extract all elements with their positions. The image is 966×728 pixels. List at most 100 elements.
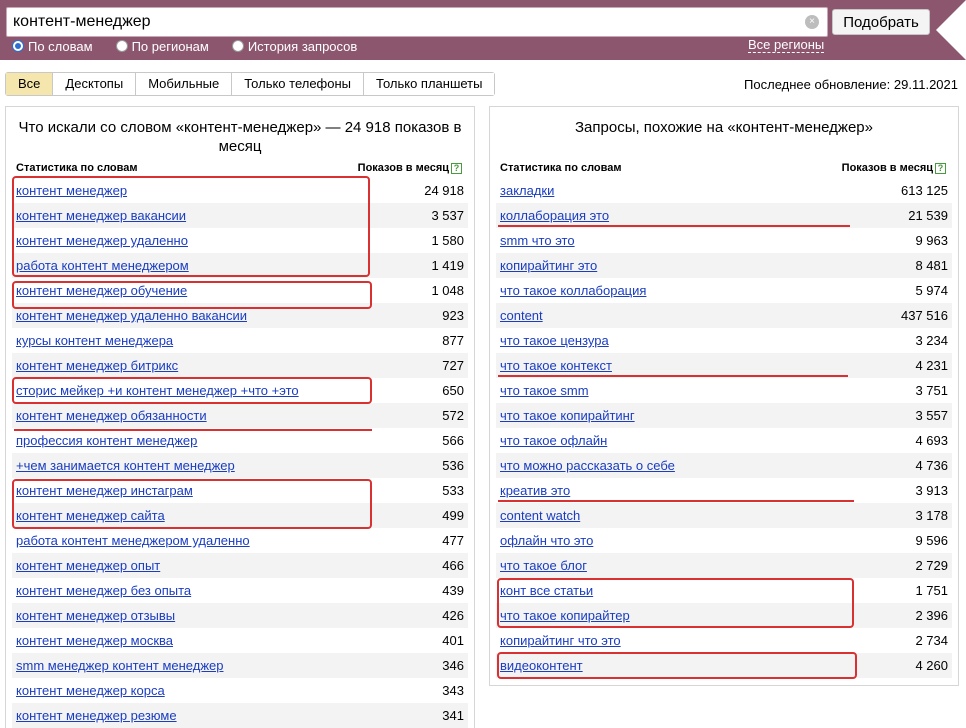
impressions-count: 499: [442, 508, 464, 523]
impressions-count: 3 751: [915, 383, 948, 398]
table-row: что такое офлайн 4 693: [496, 428, 952, 453]
impressions-count: 439: [442, 583, 464, 598]
table-row: контент менеджер сайта 499: [12, 503, 468, 528]
query-link[interactable]: профессия контент менеджер: [16, 433, 197, 448]
query-link[interactable]: контент менеджер вакансии: [16, 208, 186, 223]
header-notch: [936, 0, 966, 60]
query-link[interactable]: smm менеджер контент менеджер: [16, 658, 223, 673]
impressions-count: 2 734: [915, 633, 948, 648]
table-row: конт все статьи 1 751: [496, 578, 952, 603]
query-link[interactable]: копирайтинг это: [500, 258, 597, 273]
tab-phones-only[interactable]: Только телефоны: [231, 73, 364, 95]
query-link[interactable]: контент менеджер удаленно: [16, 233, 188, 248]
impressions-count: 572: [442, 408, 464, 423]
query-link[interactable]: работа контент менеджером удаленно: [16, 533, 250, 548]
table-row: контент менеджер битрикс 727: [12, 353, 468, 378]
impressions-count: 4 693: [915, 433, 948, 448]
query-link[interactable]: контент менеджер битрикс: [16, 358, 178, 373]
tab-mobile[interactable]: Мобильные: [135, 73, 232, 95]
table-row: что такое цензура 3 234: [496, 328, 952, 353]
radio-icon[interactable]: [12, 40, 24, 52]
table-row: копирайтинг что это 2 734: [496, 628, 952, 653]
query-link[interactable]: копирайтинг что это: [500, 633, 621, 648]
table-row: контент менеджер вакансии 3 537: [12, 203, 468, 228]
query-link[interactable]: работа контент менеджером: [16, 258, 189, 273]
query-link[interactable]: что такое коллаборация: [500, 283, 646, 298]
query-link[interactable]: контент менеджер: [16, 183, 127, 198]
impressions-count: 3 234: [915, 333, 948, 348]
query-link[interactable]: контент менеджер удаленно вакансии: [16, 308, 247, 323]
impressions-count: 4 260: [915, 658, 948, 673]
all-regions-link[interactable]: Все регионы: [748, 38, 825, 53]
column-header-query: Статистика по словам: [500, 162, 622, 174]
query-link[interactable]: контент менеджер москва: [16, 633, 173, 648]
help-icon[interactable]: ?: [935, 162, 946, 174]
table-row: коллаборация это 21 539: [496, 203, 952, 228]
column-header-count: Показов в месяц ?: [358, 162, 462, 174]
query-link[interactable]: контент менеджер резюме: [16, 708, 177, 723]
clear-icon[interactable]: ×: [805, 15, 819, 29]
query-link[interactable]: smm что это: [500, 233, 575, 248]
query-link[interactable]: креатив это: [500, 483, 570, 498]
query-link[interactable]: контент менеджер без опыта: [16, 583, 191, 598]
query-link[interactable]: закладки: [500, 183, 554, 198]
impressions-count: 533: [442, 483, 464, 498]
impressions-count: 9 596: [915, 533, 948, 548]
impressions-count: 9 963: [915, 233, 948, 248]
search-mode-group: По словам По регионам История запросов: [12, 38, 357, 54]
query-link[interactable]: что такое контекст: [500, 358, 612, 373]
query-link[interactable]: коллаборация это: [500, 208, 609, 223]
query-link[interactable]: курсы контент менеджера: [16, 333, 173, 348]
impressions-count: 21 539: [908, 208, 948, 223]
impressions-count: 3 557: [915, 408, 948, 423]
impressions-count: 566: [442, 433, 464, 448]
impressions-count: 401: [442, 633, 464, 648]
query-link[interactable]: видеоконтент: [500, 658, 583, 673]
search-box: ×: [6, 7, 828, 37]
mode-history[interactable]: История запросов: [231, 38, 357, 54]
submit-button[interactable]: Подобрать: [832, 9, 930, 35]
query-link[interactable]: +чем занимается контент менеджер: [16, 458, 235, 473]
table-row: что такое копирайтер 2 396: [496, 603, 952, 628]
query-link[interactable]: что такое копирайтер: [500, 608, 630, 623]
query-link[interactable]: content watch: [500, 508, 580, 523]
table-row: контент менеджер 24 918: [12, 178, 468, 203]
query-link[interactable]: контент менеджер отзывы: [16, 608, 175, 623]
tab-desktops[interactable]: Десктопы: [52, 73, 136, 95]
words-table: контент менеджер 24 918 контент менеджер в…: [12, 178, 468, 728]
mode-by-words[interactable]: По словам: [12, 38, 93, 54]
radio-icon[interactable]: [231, 40, 244, 52]
query-link[interactable]: контент менеджер корса: [16, 683, 165, 698]
query-link[interactable]: контент менеджер обязанности: [16, 408, 207, 423]
query-link[interactable]: что такое копирайтинг: [500, 408, 635, 423]
query-link[interactable]: контент менеджер сайта: [16, 508, 165, 523]
query-link[interactable]: content: [500, 308, 543, 323]
table-row: контент менеджер обязанности 572: [12, 403, 468, 428]
mode-by-regions[interactable]: По регионам: [115, 38, 209, 54]
query-link[interactable]: что такое офлайн: [500, 433, 607, 448]
query-link[interactable]: контент менеджер опыт: [16, 558, 160, 573]
table-row: smm что это 9 963: [496, 228, 952, 253]
tab-all[interactable]: Все: [6, 73, 53, 95]
query-link[interactable]: что такое smm: [500, 383, 589, 398]
impressions-count: 3 913: [915, 483, 948, 498]
query-link[interactable]: что такое блог: [500, 558, 587, 573]
query-link[interactable]: контент менеджер инстаграм: [16, 483, 193, 498]
help-icon[interactable]: ?: [451, 162, 462, 174]
table-row: smm менеджер контент менеджер 346: [12, 653, 468, 678]
query-link[interactable]: контент менеджер обучение: [16, 283, 187, 298]
table-row: копирайтинг это 8 481: [496, 253, 952, 278]
query-link[interactable]: что можно рассказать о себе: [500, 458, 675, 473]
query-link[interactable]: офлайн что это: [500, 533, 593, 548]
impressions-count: 4 736: [915, 458, 948, 473]
radio-icon[interactable]: [115, 40, 128, 52]
table-row: что можно рассказать о себе 4 736: [496, 453, 952, 478]
tab-tablets-only[interactable]: Только планшеты: [363, 73, 495, 95]
query-link[interactable]: сторис мейкер +и контент менеджер +что +…: [16, 383, 299, 398]
similar-panel: Запросы, похожие на «контент-менеджер» С…: [489, 106, 959, 686]
impressions-count: 346: [442, 658, 464, 673]
query-link[interactable]: что такое цензура: [500, 333, 609, 348]
search-input[interactable]: [13, 12, 793, 32]
device-tabs: Все Десктопы Мобильные Только телефоны Т…: [5, 72, 496, 96]
query-link[interactable]: конт все статьи: [500, 583, 593, 598]
